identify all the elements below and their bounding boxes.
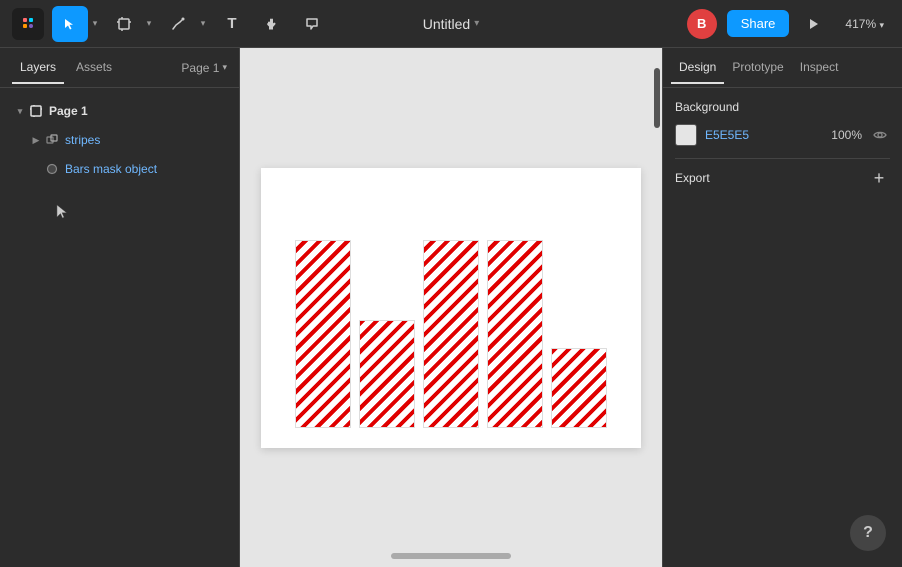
- background-visibility-button[interactable]: [870, 125, 890, 145]
- text-tool-button[interactable]: T: [214, 6, 250, 42]
- pen-tool-chevron[interactable]: ▾: [196, 6, 210, 42]
- figma-menu-button[interactable]: [12, 8, 44, 40]
- background-color-hex[interactable]: E5E5E5: [705, 128, 818, 142]
- frame-tool-chevron[interactable]: ▾: [142, 6, 156, 42]
- export-section-title: Export: [675, 171, 710, 185]
- right-panel-content: Background E5E5E5 100% Export +: [663, 88, 902, 567]
- cursor-area: [55, 203, 239, 226]
- bar-5: [551, 348, 607, 428]
- cursor-icon: [55, 203, 69, 221]
- page-selector[interactable]: Page 1 ▾: [181, 61, 227, 75]
- page1-name: Page 1: [49, 104, 88, 118]
- present-button[interactable]: [799, 9, 829, 39]
- bar-4: [487, 240, 543, 428]
- canvas-frame: [261, 168, 641, 448]
- user-avatar-button[interactable]: B: [687, 9, 717, 39]
- bar-2: [359, 320, 415, 428]
- background-section-title: Background: [675, 100, 890, 114]
- export-row: Export +: [675, 167, 890, 189]
- document-title-button[interactable]: Untitled ▾: [415, 12, 488, 36]
- canvas-vertical-scrollbar[interactable]: [654, 68, 660, 128]
- add-export-button[interactable]: +: [868, 167, 890, 189]
- document-title: Untitled: [423, 16, 470, 32]
- zoom-level-button[interactable]: 417% ▾: [839, 13, 890, 35]
- background-row: E5E5E5 100%: [675, 124, 890, 146]
- layers-panel: ▾ Page 1 ▶: [0, 88, 239, 567]
- zoom-chevron: ▾: [879, 20, 884, 30]
- canvas-horizontal-scrollbar[interactable]: [391, 553, 511, 559]
- tab-layers[interactable]: Layers: [12, 52, 64, 84]
- zoom-label: 417%: [845, 17, 876, 31]
- layer-stripes[interactable]: ▶ stripes: [4, 126, 235, 154]
- tab-assets[interactable]: Assets: [68, 52, 120, 84]
- right-panel: Design Prototype Inspect Background E5E5…: [662, 48, 902, 567]
- comment-tool-button[interactable]: [294, 6, 330, 42]
- bar-3: [423, 240, 479, 428]
- hand-tool-button[interactable]: [254, 6, 290, 42]
- main-area: Layers Assets Page 1 ▾ ▾: [0, 48, 902, 567]
- tab-inspect[interactable]: Inspect: [792, 52, 847, 84]
- layer-bars-mask[interactable]: ▶ Bars mask object: [4, 155, 235, 183]
- background-color-swatch[interactable]: [675, 124, 697, 146]
- page-icon: [28, 103, 44, 119]
- tab-prototype[interactable]: Prototype: [724, 52, 791, 84]
- background-opacity: 100%: [826, 128, 862, 142]
- topbar: ▾ ▾ ▾: [0, 0, 902, 48]
- help-button[interactable]: ?: [850, 515, 886, 551]
- select-tool-button[interactable]: [52, 6, 88, 42]
- share-button[interactable]: Share: [727, 10, 790, 37]
- panel-tabs: Layers Assets Page 1 ▾: [0, 48, 239, 88]
- title-chevron: ▾: [474, 18, 479, 29]
- section-divider: [675, 158, 890, 159]
- canvas-area[interactable]: [240, 48, 662, 567]
- left-panel: Layers Assets Page 1 ▾ ▾: [0, 48, 240, 567]
- mask-icon: [44, 161, 60, 177]
- pen-tool-group: ▾: [160, 6, 210, 42]
- group-icon: [44, 132, 60, 148]
- topbar-center: Untitled ▾: [415, 12, 488, 36]
- page1-chevron: ▾: [12, 103, 28, 119]
- layer-page1[interactable]: ▾ Page 1: [4, 97, 235, 125]
- canvas-background: [240, 48, 662, 567]
- stripes-chevron: ▶: [28, 132, 44, 148]
- tab-design[interactable]: Design: [671, 52, 724, 84]
- topbar-right: B Share 417% ▾: [687, 9, 890, 39]
- right-panel-tabs: Design Prototype Inspect: [663, 48, 902, 88]
- stripes-name: stripes: [65, 133, 100, 147]
- bar-1: [295, 240, 351, 428]
- pen-tool-button[interactable]: [160, 6, 196, 42]
- frame-tool-button[interactable]: [106, 6, 142, 42]
- frame-tool-group: ▾: [106, 6, 156, 42]
- select-tool-group: ▾: [52, 6, 102, 42]
- bars-mask-name: Bars mask object: [65, 162, 157, 176]
- select-tool-chevron[interactable]: ▾: [88, 6, 102, 42]
- topbar-left: ▾ ▾ ▾: [12, 6, 330, 42]
